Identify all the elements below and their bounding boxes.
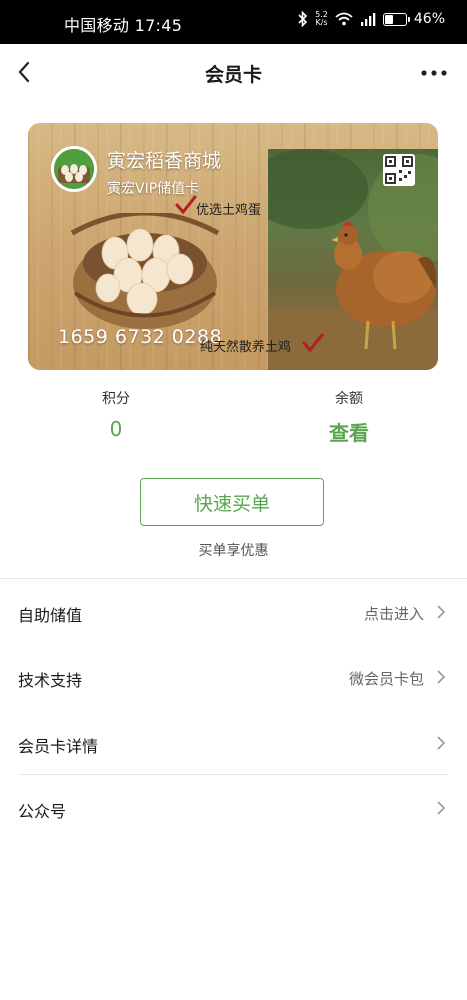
- wifi-icon: [335, 12, 353, 26]
- menu-item-tech-support[interactable]: 技术支持 微会员卡包: [18, 645, 448, 709]
- quick-pay-hint: 买单享优惠: [198, 543, 269, 559]
- menu-item-card-details[interactable]: 会员卡详情: [18, 711, 448, 775]
- chevron-right-icon: [437, 605, 446, 619]
- bluetooth-icon: [298, 11, 308, 27]
- checkmark-icon: [302, 333, 324, 353]
- chevron-right-icon: [437, 670, 446, 684]
- menu-item-value: 点击进入: [363, 605, 424, 623]
- quick-pay-button[interactable]: 快速买单: [140, 478, 324, 526]
- balance-label: 余额: [335, 391, 363, 407]
- page-title: 会员卡: [204, 64, 262, 86]
- net-speed-unit: K/s: [315, 18, 328, 27]
- battery-percent: 46%: [413, 11, 445, 27]
- points-value: 0: [109, 417, 123, 441]
- points-label: 积分: [102, 391, 130, 407]
- menu-item-label: 会员卡详情: [18, 737, 99, 756]
- status-icons: 5.2 K/s 46%: [298, 11, 445, 27]
- menu-item-label: 公众号: [18, 802, 67, 821]
- menu-item-value: 微会员卡包: [348, 670, 424, 688]
- product-tag-eggs: 优选土鸡蛋: [196, 203, 262, 218]
- card-number: 1659 6732 0288: [58, 326, 223, 348]
- signal-icon: [360, 12, 376, 26]
- battery-fill: [384, 14, 393, 24]
- qr-code-icon[interactable]: [383, 154, 415, 186]
- store-avatar: [51, 146, 97, 192]
- member-card[interactable]: 寅宏稻香商城 寅宏VIP储值卡 优选土鸡蛋 1659 6732 0288 纯天然…: [28, 123, 438, 370]
- store-name: 寅宏稻香商城: [107, 150, 222, 172]
- menu-item-official-account[interactable]: 公众号: [18, 776, 448, 840]
- section-divider: [0, 578, 467, 579]
- chevron-right-icon: [437, 801, 446, 815]
- menu-item-label: 技术支持: [18, 671, 83, 690]
- checkmark-icon: [175, 195, 197, 215]
- egg-basket-illustration: [70, 210, 220, 331]
- row-divider: [18, 774, 448, 775]
- menu-item-label: 自助储值: [18, 606, 83, 625]
- balance-view-link[interactable]: 查看: [289, 417, 409, 446]
- points-stat[interactable]: 积分 0: [56, 388, 176, 441]
- menu-item-self-recharge[interactable]: 自助储值 点击进入: [18, 580, 448, 644]
- status-bar: 中国移动 17:45 5.2 K/s 46%: [0, 0, 467, 44]
- nav-bar: 会员卡: [0, 44, 467, 102]
- product-tag-chicken: 纯天然散养土鸡: [200, 340, 292, 355]
- chevron-right-icon: [437, 736, 446, 750]
- battery-icon: [382, 12, 410, 26]
- carrier-time: 中国移动 17:45: [64, 16, 183, 35]
- balance-stat[interactable]: 余额 查看: [289, 388, 409, 446]
- net-speed: 5.2 K/s: [315, 11, 328, 27]
- more-icon[interactable]: [421, 70, 447, 76]
